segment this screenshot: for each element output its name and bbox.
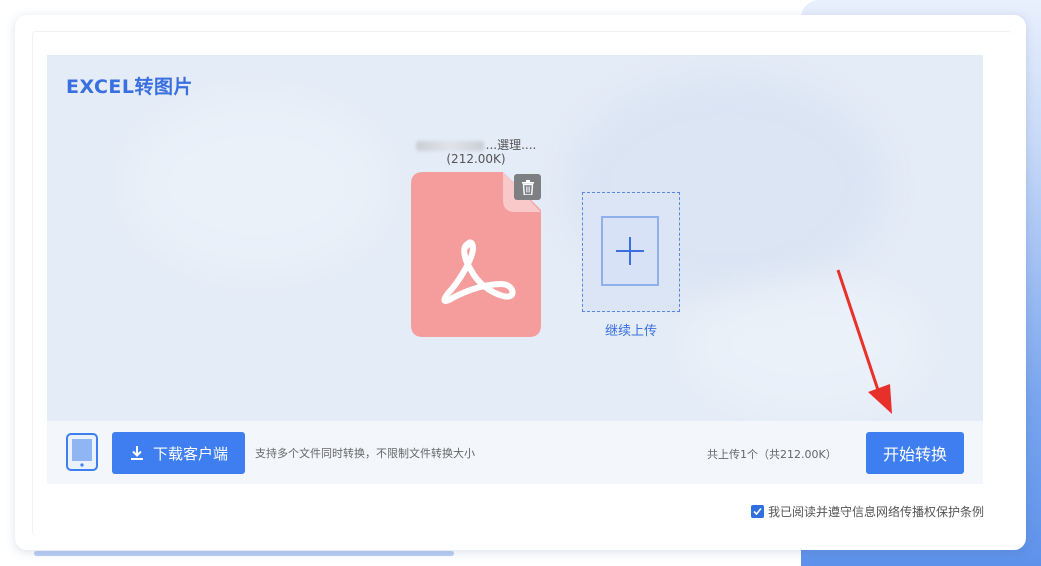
delete-file-button[interactable] [514,174,541,200]
agreement-checkbox[interactable] [751,505,764,518]
support-text: 支持多个文件同时转换，不限制文件转换大小 [255,447,475,460]
download-client-label: 下载客户端 [152,444,228,463]
trash-icon [521,179,534,195]
plus-icon [601,216,659,286]
start-convert-label: 开始转换 [882,445,947,464]
download-client-button[interactable]: 下载客户端 [112,432,245,474]
upload-count: 共上传1个（共212.00K） [707,448,837,461]
download-icon [130,446,143,460]
continue-upload-label[interactable]: 继续上传 [582,320,680,339]
page-title: EXCEL转图片 [66,76,193,98]
agreement: 我已阅读并遵守信息网络传播权保护条例 [751,503,984,520]
scroll-indicator [34,551,454,556]
file-size: (212.00K) [446,152,506,166]
file-name: ...選理.... [396,136,556,153]
red-arrow-annotation [836,269,892,414]
check-icon [753,507,762,516]
continue-upload-button[interactable] [582,192,680,312]
start-convert-button[interactable]: 开始转换 [866,432,964,474]
agreement-text[interactable]: 我已阅读并遵守信息网络传播权保护条例 [768,503,984,520]
tablet-icon [66,433,98,471]
file-name-text: ...選理.... [485,138,537,152]
